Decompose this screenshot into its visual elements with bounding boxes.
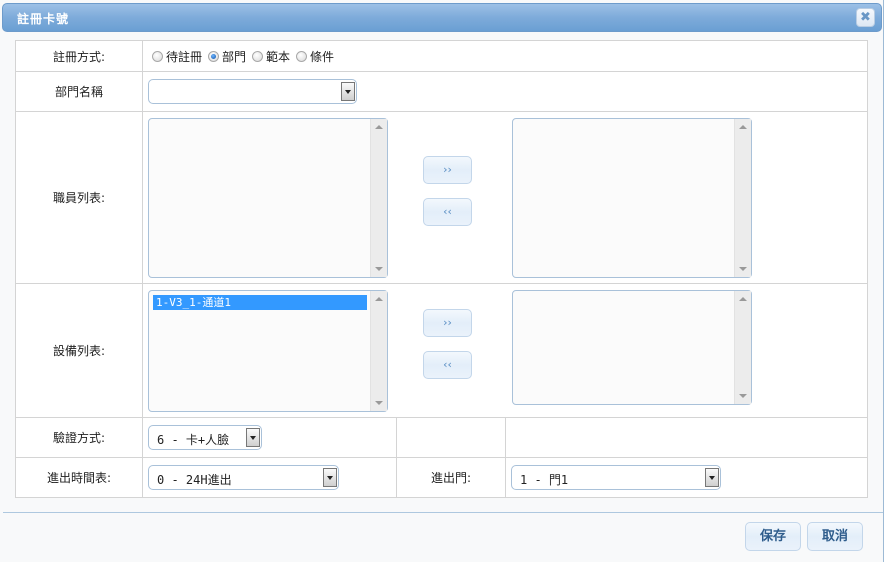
employee-list-label: 職員列表: [15, 111, 143, 284]
employee-remove-button[interactable]: ‹‹ [423, 198, 472, 226]
empty-cell [505, 417, 868, 458]
dialog-titlebar[interactable]: 註冊卡號 ✖ [2, 3, 882, 32]
chevron-down-icon[interactable] [323, 468, 337, 487]
schedule-select[interactable]: 0 - 24H進出 [148, 465, 339, 490]
scroll-up-icon[interactable] [375, 297, 383, 301]
cancel-button[interactable]: 取消 [807, 522, 863, 551]
door-label: 進出門: [396, 457, 506, 498]
device-remove-button[interactable]: ‹‹ [423, 351, 472, 379]
device-available-list[interactable]: 1-V3_1-通道1 [148, 290, 388, 412]
register-card-dialog: 註冊卡號 ✖ 註冊方式: 待註冊 部門 範本 條件 部門名稱 職員列表: ›› … [0, 0, 884, 562]
save-button[interactable]: 保存 [745, 522, 801, 551]
employee-available-list[interactable] [148, 118, 388, 278]
scroll-down-icon[interactable] [739, 267, 747, 271]
scrollbar[interactable] [370, 291, 387, 411]
radio-pending-indicator[interactable] [152, 50, 163, 62]
scroll-down-icon[interactable] [739, 394, 747, 398]
device-add-button[interactable]: ›› [423, 309, 472, 337]
row-verify-mode: 驗證方式: 6 - 卡+人臉 [15, 417, 868, 458]
register-mode-radio-group: 待註冊 部門 範本 條件 [143, 48, 867, 65]
radio-department-label: 部門 [222, 49, 247, 64]
chevron-down-icon[interactable] [341, 82, 355, 101]
row-schedule-door: 進出時間表: 0 - 24H進出 進出門: 1 - 門1 [15, 457, 868, 498]
chevron-down-icon[interactable] [246, 428, 260, 447]
close-button[interactable]: ✖ [856, 8, 875, 27]
radio-template-label: 範本 [266, 49, 291, 64]
radio-pending-label: 待註冊 [166, 49, 203, 64]
verify-mode-value: 6 - 卡+人臉 [157, 433, 230, 447]
radio-condition-indicator[interactable] [296, 50, 308, 62]
door-value: 1 - 門1 [520, 473, 569, 487]
radio-condition-label: 條件 [310, 49, 335, 64]
employee-selected-list[interactable] [512, 118, 752, 278]
chevron-down-icon[interactable] [705, 468, 719, 487]
device-list-label: 設備列表: [15, 283, 143, 418]
schedule-label: 進出時間表: [15, 457, 143, 498]
row-department: 部門名稱 [15, 71, 868, 112]
radio-department[interactable]: 部門 [208, 48, 246, 65]
scroll-up-icon[interactable] [739, 297, 747, 301]
radio-template-indicator[interactable] [252, 50, 264, 62]
verify-mode-label: 驗證方式: [15, 417, 143, 458]
scroll-down-icon[interactable] [375, 401, 383, 405]
radio-department-indicator[interactable] [208, 50, 220, 62]
scrollbar[interactable] [734, 119, 751, 277]
schedule-value: 0 - 24H進出 [157, 473, 232, 487]
device-option[interactable]: 1-V3_1-通道1 [153, 295, 367, 310]
device-selected-list[interactable] [512, 290, 752, 405]
empty-cell [396, 417, 506, 458]
scroll-up-icon[interactable] [375, 125, 383, 129]
row-employee-list: 職員列表: ›› ‹‹ [15, 111, 868, 284]
row-register-mode: 註冊方式: 待註冊 部門 範本 條件 [15, 40, 868, 72]
scrollbar[interactable] [734, 291, 751, 404]
department-select[interactable] [148, 79, 357, 104]
employee-add-button[interactable]: ›› [423, 156, 472, 184]
row-device-list: 設備列表: 1-V3_1-通道1 ›› ‹‹ [15, 283, 868, 418]
scroll-down-icon[interactable] [375, 267, 383, 271]
radio-condition[interactable]: 條件 [296, 48, 334, 65]
scroll-up-icon[interactable] [739, 125, 747, 129]
register-mode-label: 註冊方式: [15, 40, 143, 72]
register-form: 註冊方式: 待註冊 部門 範本 條件 部門名稱 職員列表: ›› ‹‹ 設備列表… [15, 40, 868, 498]
dialog-title: 註冊卡號 [17, 12, 70, 26]
door-select[interactable]: 1 - 門1 [511, 465, 721, 490]
radio-pending[interactable]: 待註冊 [152, 48, 202, 65]
footer-divider [3, 512, 883, 513]
department-label: 部門名稱 [15, 71, 143, 112]
scrollbar[interactable] [370, 119, 387, 277]
radio-template[interactable]: 範本 [252, 48, 290, 65]
close-icon: ✖ [860, 10, 871, 25]
verify-mode-select[interactable]: 6 - 卡+人臉 [148, 425, 262, 450]
